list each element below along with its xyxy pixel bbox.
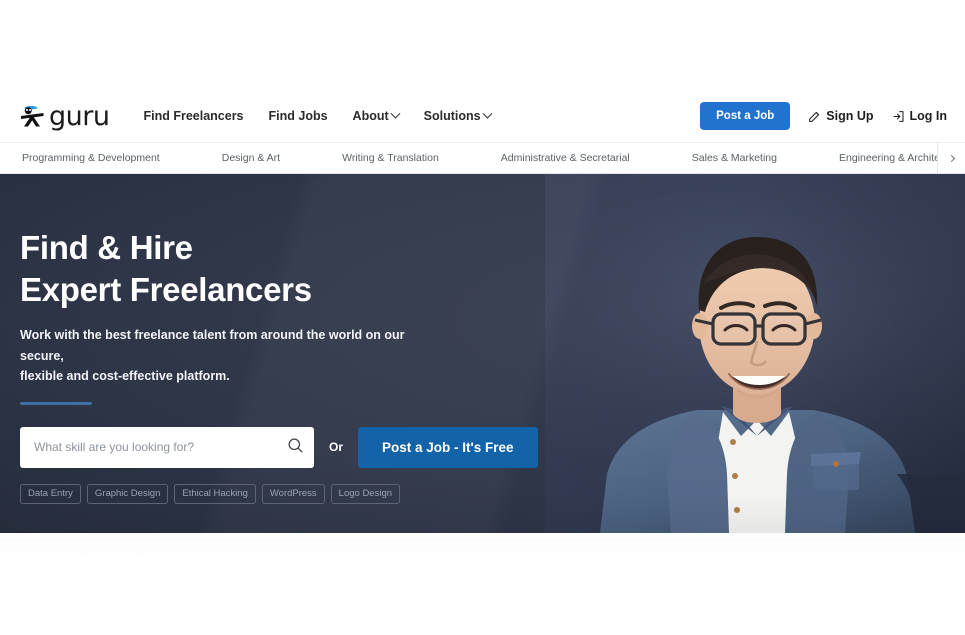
log-in-label: Log In [909, 109, 948, 123]
nav-label: Find Jobs [268, 109, 328, 123]
nav-item-about[interactable]: About [352, 108, 401, 123]
page-root: guru Find Freelancers Find Jobs About So… [0, 0, 965, 635]
login-arrow-icon [892, 110, 905, 123]
nav-label: Find Freelancers [143, 109, 244, 123]
category-item-writing-translation[interactable]: Writing & Translation [342, 152, 439, 164]
hero-subtitle-line-2: flexible and cost-effective platform. [20, 368, 230, 383]
popular-skill-chips: Data Entry Graphic Design Ethical Hackin… [20, 483, 560, 505]
category-item-administrative-secretarial[interactable]: Administrative & Secretarial [501, 152, 630, 164]
top-whitespace [0, 0, 965, 90]
chevron-down-icon [482, 108, 493, 119]
guru-wordmark: guru [49, 100, 110, 132]
search-box[interactable] [20, 426, 314, 468]
hero-content: Find & Hire Expert Freelancers Work with… [20, 227, 560, 505]
hero-search-row: Or Post a Job - It's Free [20, 426, 560, 468]
hero-section: Find & Hire Expert Freelancers Work with… [0, 174, 965, 533]
nav-item-solutions[interactable]: Solutions [423, 108, 493, 123]
category-item-sales-marketing[interactable]: Sales & Marketing [692, 152, 777, 164]
header-actions: Post a Job Sign Up Log In [700, 102, 947, 130]
category-list: Programming & Development Design & Art W… [0, 152, 963, 164]
nav-item-find-freelancers[interactable]: Find Freelancers [143, 109, 243, 123]
faint-heading: Trusted by Leading Brands and Startups [22, 539, 281, 554]
guru-logo[interactable]: guru [20, 100, 110, 132]
category-item-programming-development[interactable]: Programming & Development [22, 152, 160, 164]
log-in-link[interactable]: Log In [892, 109, 948, 123]
chevron-right-icon [947, 154, 955, 162]
accent-divider [20, 402, 92, 405]
hero-subtitle: Work with the best freelance talent from… [20, 325, 450, 386]
nav-label: Solutions [423, 109, 481, 123]
site-header: guru Find Freelancers Find Jobs About So… [0, 90, 965, 142]
skill-chip-graphic-design[interactable]: Graphic Design [86, 483, 169, 505]
category-nav-bar: Programming & Development Design & Art W… [0, 142, 965, 174]
category-next-button[interactable] [937, 143, 965, 173]
guru-figure-icon [20, 105, 46, 127]
below-hero-section: Trusted by Leading Brands and Startups [0, 533, 965, 634]
or-separator-label: Or [329, 440, 344, 455]
hero-photo [545, 174, 965, 533]
sign-up-label: Sign Up [826, 109, 874, 123]
main-nav: Find Freelancers Find Jobs About Solutio… [143, 108, 493, 123]
search-icon [287, 437, 304, 457]
chevron-down-icon [390, 108, 401, 119]
skill-chip-ethical-hacking[interactable]: Ethical Hacking [174, 483, 256, 505]
nav-label: About [352, 109, 389, 123]
skill-chip-data-entry[interactable]: Data Entry [20, 483, 81, 505]
sign-up-link[interactable]: Sign Up [808, 109, 874, 123]
skill-chip-wordpress[interactable]: WordPress [261, 483, 325, 505]
hero-headline-line-1: Find & Hire [20, 229, 193, 266]
skill-chip-logo-design[interactable]: Logo Design [330, 483, 401, 505]
hero-subtitle-line-1: Work with the best freelance talent from… [20, 328, 405, 363]
search-input[interactable] [34, 440, 276, 455]
post-a-job-cta-button[interactable]: Post a Job - It's Free [358, 426, 538, 468]
pencil-edit-icon [808, 110, 821, 123]
category-item-design-art[interactable]: Design & Art [222, 152, 280, 164]
nav-item-find-jobs[interactable]: Find Jobs [269, 109, 328, 123]
hero-headline: Find & Hire Expert Freelancers [20, 227, 560, 311]
hero-headline-line-2: Expert Freelancers [20, 271, 312, 309]
search-submit-button[interactable] [287, 437, 304, 457]
post-a-job-button[interactable]: Post a Job [700, 102, 791, 130]
